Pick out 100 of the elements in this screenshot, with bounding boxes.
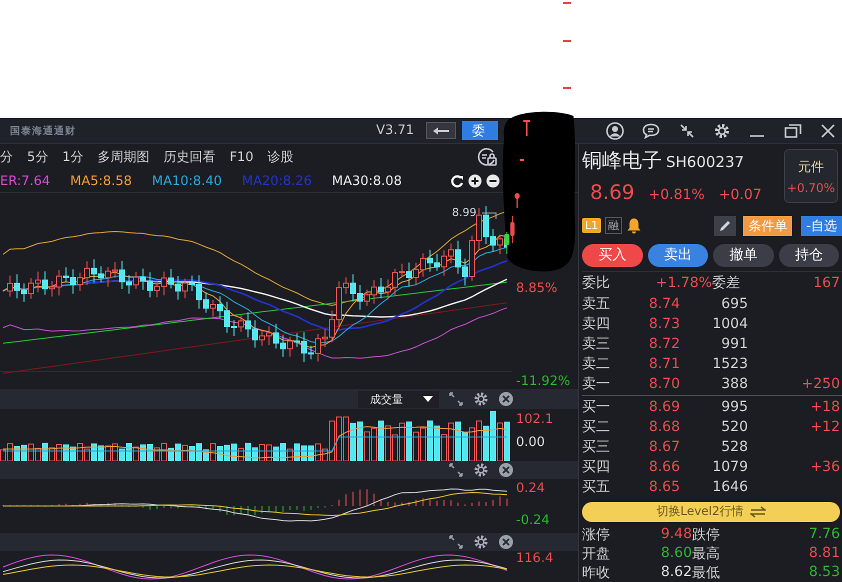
axis-label: 8.85% [516,281,558,296]
volume-value: 695 [720,296,748,312]
settings-icon[interactable] [712,122,731,140]
pencil-icon [718,218,732,233]
close-icon[interactable] [498,391,514,407]
zoom-out-icon[interactable] [486,174,500,188]
ma-value-label: ER:7.64 [0,174,50,188]
stat-label: 涨停 [582,526,611,544]
row-label: 买三 [582,438,611,456]
row-label: 卖一 [582,374,611,393]
stat-value: 8.60 [660,545,692,564]
expand-arrows-icon[interactable] [448,534,464,550]
volume-value: 1646 [711,478,748,495]
volume-value: 995 [720,398,748,415]
sell-button[interactable]: 卖出 [648,244,708,266]
price-value: 8.74 [648,296,680,312]
trade-button[interactable]: 持仓 [778,244,839,266]
user-icon[interactable] [606,122,624,140]
stat-label: 最低 [692,564,721,582]
ma-value-label: MA20:8.26 [242,174,312,188]
edit-button[interactable] [714,216,736,236]
stat-value: 8.53 [808,564,840,582]
change-amount: +0.07 [718,187,762,203]
price-value: 8.65 [648,478,680,495]
period-tab[interactable]: F10 [230,150,254,164]
back-button[interactable] [426,122,456,139]
chat-icon[interactable] [642,122,660,138]
close-icon[interactable] [498,462,514,478]
watchlist-button[interactable]: -自选 [801,216,842,236]
row-label: 买五 [582,478,611,496]
stat-value: 9.48 [660,526,692,544]
period-tab[interactable]: 诊股 [268,148,294,166]
expand-arrows-icon[interactable] [448,391,464,407]
expand-arrows-icon[interactable] [448,462,464,478]
axis-label: -11.92% [516,374,570,389]
bell-icon[interactable] [626,216,642,235]
zoom-in-icon[interactable] [468,174,482,188]
stat-value: 8.62 [660,564,692,582]
change-percent: +0.81% [648,187,705,203]
buy-button[interactable]: 买入 [582,244,642,266]
stock-price: 8.69 [590,180,635,204]
volume-value: 1523 [711,356,748,372]
dropdown-caret-icon [423,396,433,402]
version-label: V3.71 [376,123,414,138]
stat-label: 最高 [692,545,721,564]
volume-change: +12 [809,418,840,435]
level2-switch-button[interactable]: 切换Level2行情 [582,502,840,522]
period-tab[interactable]: 5分 [27,148,48,166]
stock-code: SH600237 [666,153,744,171]
volume-value: 1079 [711,458,748,475]
restore-icon[interactable] [784,122,802,138]
ma-value-label: MA30:8.08 [332,174,402,188]
volume-change: +250 [800,376,840,392]
collapse-arrows-icon[interactable] [678,122,695,138]
stat-value: 8.81 [808,545,840,564]
axis-label: -0.24 [516,513,550,528]
trade-button[interactable]: 撤单 [713,244,774,266]
volume-value: 388 [720,376,748,392]
volume-change: +36 [809,458,840,475]
row-label: 买二 [582,418,611,436]
price-value: 8.66 [648,458,680,475]
level-badge: L1 [582,218,602,234]
price-value: 8.67 [648,438,680,455]
volume-value: 520 [720,418,748,435]
swap-arrows-icon [750,506,766,518]
left-arrow-icon [432,126,450,134]
stat-label: 开盘 [582,545,611,564]
row-label: 委比 [582,274,611,292]
stat-value: 7.76 [808,526,840,544]
order-button[interactable]: 委 [462,121,498,140]
row-label: 卖三 [582,334,611,353]
period-tab[interactable]: 历史回看 [164,148,216,166]
lock-exchange-icon[interactable] [476,147,498,167]
period-tab[interactable]: 1分 [62,148,84,166]
ma-value-label: MA10:8.40 [152,174,222,188]
settings-icon[interactable] [473,462,489,478]
axis-label: 116.4 [516,551,554,566]
settings-icon[interactable] [473,534,489,550]
indicator-dropdown[interactable]: 成交量 [358,390,439,408]
price-value: 8.73 [648,316,680,332]
volume-value: 528 [720,438,748,455]
row-label: 卖五 [582,294,611,313]
refresh-icon[interactable] [450,174,464,188]
price-value: 8.71 [648,356,680,372]
margin-badge: 融 [605,217,622,234]
diff-value: 167 [812,274,840,291]
period-tab[interactable]: 分 [0,148,13,166]
price-value: 8.72 [648,336,680,352]
row-label: 卖四 [582,314,611,333]
close-icon[interactable] [498,534,514,550]
stat-label: 昨收 [582,564,611,582]
price-value: 8.69 [648,398,680,415]
period-tab[interactable]: 多周期图 [98,148,150,166]
app-logo: 国泰海通通财 [10,124,76,138]
sector-card[interactable]: 元件 +0.70% [784,149,838,203]
close-icon[interactable] [820,122,836,138]
price-value: 8.70 [648,376,680,392]
row-label: 买一 [582,398,611,416]
sector-change: +0.70% [786,180,836,194]
settings-icon[interactable] [473,391,489,407]
